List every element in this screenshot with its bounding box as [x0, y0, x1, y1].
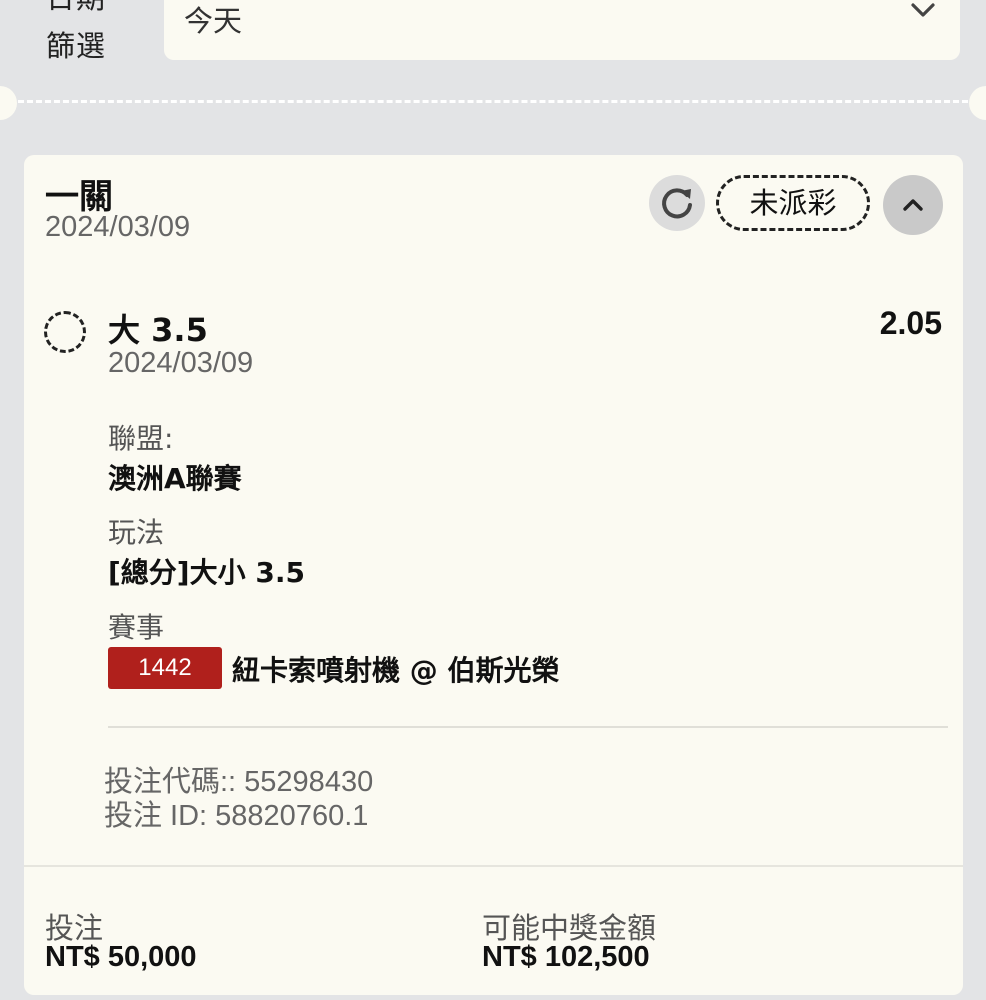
stake-amount: NT$ 50,000 — [45, 941, 197, 973]
event-id-badge: 1442 — [108, 647, 222, 689]
market-value: [總分]大小 3.5 — [108, 556, 305, 589]
date-filter-label-line2: 篩選 — [46, 29, 107, 63]
bet-card: 一關 2024/03/09 未派彩 大 3.5 2.05 2024/03/09 … — [24, 155, 963, 995]
date-filter-value: 今天 — [184, 4, 243, 38]
refresh-icon — [662, 188, 692, 219]
date-filter-label-line1: 日期 — [46, 0, 106, 22]
league-value: 澳洲A聯賽 — [108, 462, 242, 495]
separator-dashes — [18, 100, 968, 103]
collapse-button[interactable] — [883, 175, 943, 235]
event-label: 賽事 — [108, 611, 165, 644]
market-label: 玩法 — [108, 516, 165, 549]
selection-odds: 2.05 — [879, 305, 942, 341]
selection-date: 2024/03/09 — [108, 347, 254, 379]
selection-name: 大 3.5 — [108, 311, 208, 349]
separator-notch-right — [969, 86, 986, 120]
chevron-up-icon — [903, 199, 923, 211]
selection-status-icon — [44, 311, 86, 353]
bet-id: 投注 ID: 58820760.1 — [104, 800, 369, 832]
date-filter-select[interactable]: 今天 — [164, 0, 960, 60]
footer-divider — [24, 865, 963, 867]
event-name: 紐卡索噴射機 @ 伯斯光榮 — [232, 654, 560, 687]
date-filter-label: 日期 篩選 — [46, 0, 106, 70]
bet-date: 2024/03/09 — [45, 211, 191, 243]
potential-payout-amount: NT$ 102,500 — [482, 941, 650, 973]
separator-notch-left — [0, 86, 17, 120]
league-label: 聯盟: — [108, 422, 174, 455]
divider — [108, 726, 948, 728]
refresh-button[interactable] — [649, 175, 705, 231]
status-badge: 未派彩 — [716, 175, 870, 231]
ticket-separator — [0, 86, 986, 120]
chevron-down-icon — [911, 3, 935, 17]
